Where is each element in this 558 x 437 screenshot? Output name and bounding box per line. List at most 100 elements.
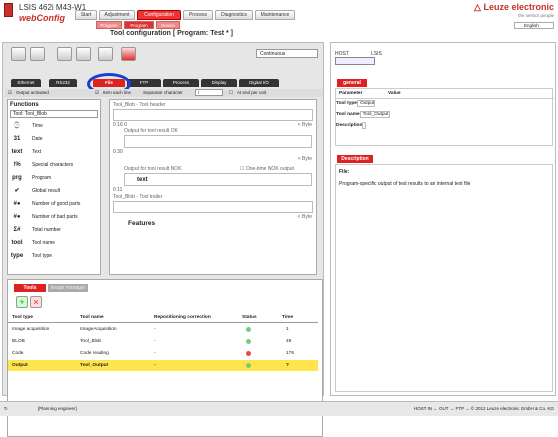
- byte-label-2: < Byte: [297, 156, 312, 162]
- ok-output-field[interactable]: [124, 135, 312, 148]
- tool-trailer-field[interactable]: [113, 201, 313, 213]
- function-item[interactable]: prg Program: [10, 172, 96, 184]
- cell-name: Tool_Blob: [80, 339, 102, 344]
- function-item[interactable]: type Tool type: [10, 250, 96, 262]
- tab-digital-io[interactable]: Digital I/O: [239, 79, 279, 87]
- language-select[interactable]: English: [514, 22, 554, 29]
- output-options-bar: ☑ Output activated ☑ Item each line Sepa…: [5, 89, 323, 97]
- tab-maintenance[interactable]: Maintenance: [255, 10, 295, 20]
- zoom-out-button[interactable]: [76, 47, 91, 61]
- prop-key: Description: [336, 123, 363, 128]
- function-icon: #●: [13, 214, 21, 220]
- tab-description[interactable]: Description: [337, 155, 373, 163]
- tab-image-manager[interactable]: Image manager: [48, 284, 88, 292]
- cell-name: Tool_Output: [80, 363, 109, 368]
- description-box: File: Program-specific output of test re…: [335, 164, 553, 392]
- nok-option[interactable]: ☐ One-time NOK output: [240, 166, 294, 172]
- function-icon: tool: [11, 240, 23, 246]
- tab-configuration[interactable]: Configuration: [137, 10, 181, 20]
- table-row[interactable]: Output Tool_Output -?: [8, 360, 318, 371]
- tab-process[interactable]: Process: [163, 79, 199, 87]
- description-heading: File:: [339, 169, 350, 175]
- function-item[interactable]: Σ# Total number: [10, 224, 96, 236]
- tool-header-field[interactable]: [113, 109, 313, 121]
- prop-value[interactable]: Tool_Output: [359, 111, 390, 118]
- cell-type: BLOB: [12, 339, 25, 344]
- function-item[interactable]: tool Tool name: [10, 237, 96, 249]
- function-item[interactable]: 31 Date: [10, 133, 96, 145]
- tab-tools[interactable]: Tools: [14, 284, 46, 292]
- function-item[interactable]: text Text: [10, 146, 96, 158]
- function-label: Tool type: [32, 253, 53, 259]
- function-item[interactable]: ⌚ Time: [10, 120, 96, 132]
- function-item[interactable]: ✔ Global result: [10, 185, 96, 197]
- tab-display[interactable]: Display: [201, 79, 237, 87]
- header: LSIS 462i M43-W1 webConfig Start Adjustm…: [0, 0, 558, 38]
- subtab-program-2[interactable]: Program: [124, 21, 154, 29]
- function-icon: text: [11, 149, 23, 155]
- mode-select[interactable]: Continuous: [256, 49, 318, 58]
- tab-ethernet[interactable]: Ethernet: [11, 79, 41, 87]
- ok-values-row-2: 0 30: [113, 149, 123, 155]
- zoom-in-button[interactable]: [57, 47, 72, 61]
- device-transfer-button[interactable]: [121, 47, 136, 61]
- tools-rows: Image acquisition ImageAcquisition - 1 BLOB T…: [8, 324, 318, 374]
- tool-select[interactable]: Tool: Tool_Blob: [10, 110, 98, 118]
- page-title: Tool configuration [ Program: Test * ]: [110, 30, 234, 37]
- refresh-icon[interactable]: ↻: [4, 402, 8, 416]
- cell-time: 1: [286, 327, 289, 332]
- prop-value[interactable]: [362, 122, 367, 129]
- left-panel: Continuous Ethernet RS232 File FTP Proce…: [2, 42, 324, 437]
- tab-start[interactable]: Start: [75, 10, 97, 20]
- features-heading: Features: [128, 220, 156, 227]
- tab-rs232[interactable]: RS232: [49, 79, 77, 87]
- function-item[interactable]: #● Number of good parts: [10, 198, 96, 210]
- function-label: Text: [32, 149, 42, 155]
- function-icon: 31: [13, 136, 21, 142]
- device-icon: [4, 3, 13, 17]
- tab-adjustment[interactable]: Adjustment: [99, 10, 135, 20]
- tab-process[interactable]: Process: [183, 10, 213, 20]
- add-tool-button[interactable]: +: [16, 296, 28, 308]
- tool-header-label: Tool_Blob - Tool header: [113, 102, 166, 108]
- function-icon: Σ#: [13, 227, 21, 233]
- function-icon: ⌚: [13, 123, 21, 129]
- cell-repos: -: [154, 339, 156, 344]
- function-label: Time: [32, 123, 43, 129]
- separator-label: Separator character: [143, 90, 183, 95]
- link-button[interactable]: [98, 47, 113, 61]
- play-button[interactable]: [30, 47, 45, 61]
- table-row[interactable]: Image acquisition ImageAcquisition - 1: [8, 324, 318, 335]
- prop-row: Tool name Tool_Output: [336, 110, 554, 120]
- function-label: Global result: [32, 188, 61, 194]
- tab-diagnostics[interactable]: Diagnostics: [215, 10, 253, 20]
- nok-output-field[interactable]: text: [124, 173, 312, 186]
- item-each-line-checkbox[interactable]: ☑: [95, 89, 99, 97]
- function-icon: #●: [13, 201, 21, 207]
- function-label: Number of bad parts: [32, 214, 78, 220]
- function-item[interactable]: #● Number of bad parts: [10, 211, 96, 223]
- table-row[interactable]: Code Code reading - 176: [8, 348, 318, 359]
- function-label: Program: [32, 175, 52, 181]
- at-end-checkbox[interactable]: ☐: [229, 89, 233, 97]
- function-item[interactable]: !% Special characters: [10, 159, 96, 171]
- tab-general[interactable]: general: [337, 79, 367, 87]
- tab-ftp[interactable]: FTP: [127, 79, 161, 87]
- function-label: Special characters: [32, 162, 74, 168]
- prop-row: Tool type Output: [336, 99, 554, 109]
- subtab-program-1[interactable]: Program: [96, 21, 122, 29]
- functions-list: ⌚ Time 31 Date text Text !% Special characters p…: [8, 120, 100, 274]
- table-row[interactable]: BLOB Tool_Blob - 49: [8, 336, 318, 347]
- cell-repos: -: [154, 363, 156, 368]
- right-panel: HOST LSIS general Parameter Value Tool ty…: [330, 42, 556, 396]
- description-text: Program-specific output of test results …: [339, 181, 471, 187]
- camera-button[interactable]: [11, 47, 26, 61]
- prop-key: Tool name: [336, 112, 360, 117]
- delete-tool-button[interactable]: ×: [30, 296, 42, 308]
- functions-panel: Functions Tool: Tool_Blob ⌚ Time 31 Date tex…: [7, 99, 101, 275]
- props-header: Parameter Value: [336, 89, 554, 99]
- prop-value[interactable]: Output: [356, 100, 376, 107]
- output-activated-checkbox[interactable]: ☑: [8, 89, 12, 97]
- subtab-device[interactable]: Device: [156, 21, 180, 29]
- separator-select[interactable]: /: [195, 89, 223, 96]
